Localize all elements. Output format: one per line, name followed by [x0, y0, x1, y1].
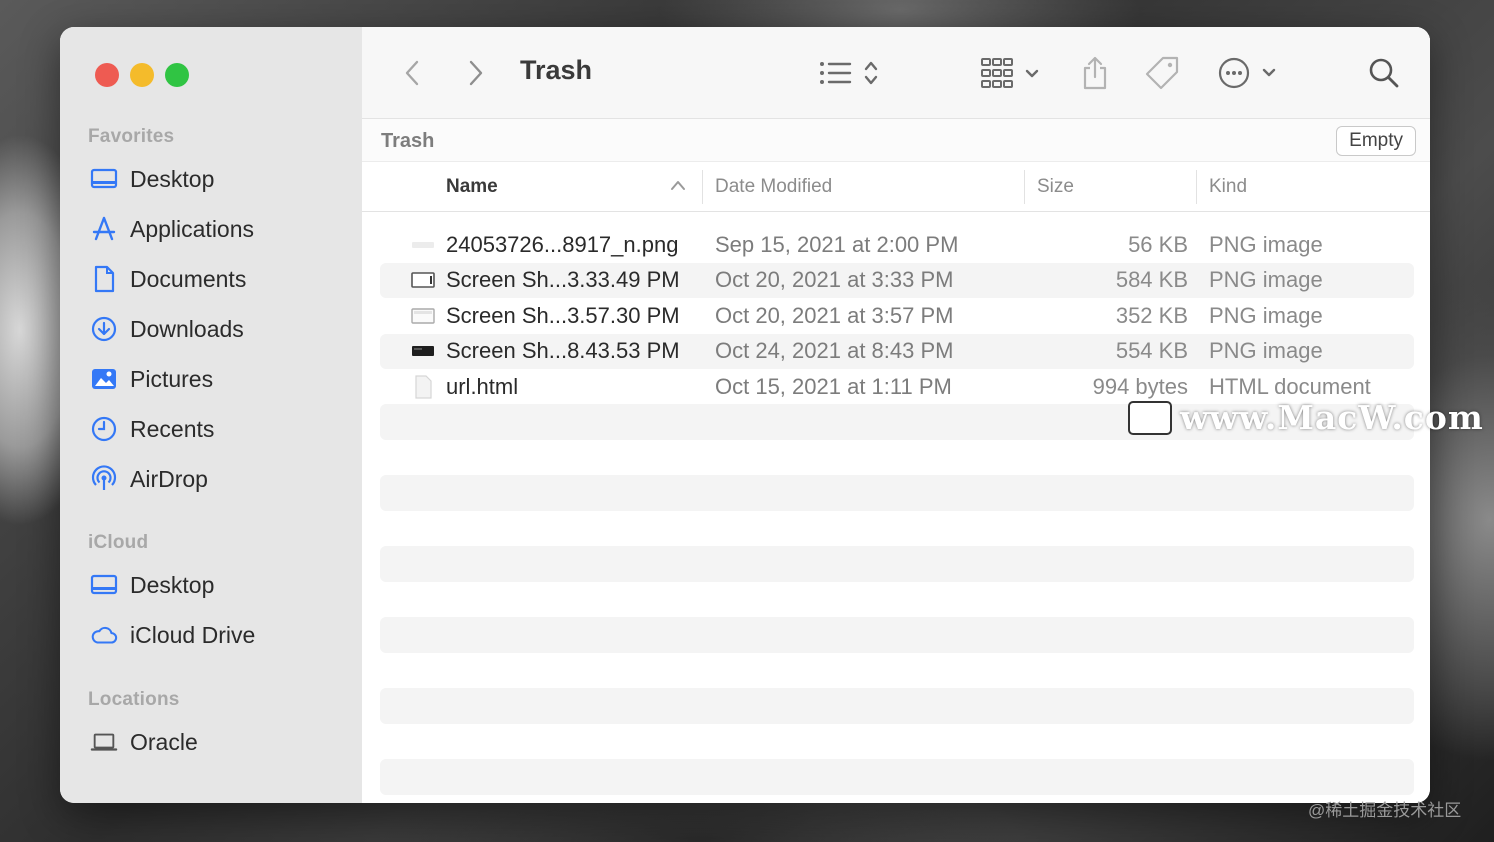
sidebar-item-downloads[interactable]: Downloads — [90, 309, 244, 349]
file-size: 56 KB — [1128, 231, 1188, 257]
file-size: 584 KB — [1115, 267, 1188, 293]
sidebar-item-label: iCloud Drive — [130, 621, 256, 648]
file-size: 994 bytes — [1092, 373, 1188, 399]
screenshot-file-icon — [410, 270, 436, 290]
search-icon[interactable] — [1368, 53, 1400, 93]
sidebar-item-label: Documents — [130, 265, 247, 292]
sidebar-item-label: AirDrop — [130, 465, 208, 492]
window-title: Trash — [520, 55, 593, 85]
minimize-button[interactable] — [130, 63, 154, 87]
empty-row-stripe — [380, 546, 1414, 582]
zoom-button[interactable] — [165, 63, 189, 87]
column-divider[interactable] — [1024, 170, 1025, 204]
image-file-icon — [410, 235, 436, 255]
column-divider[interactable] — [702, 170, 703, 204]
more-icon[interactable] — [1218, 53, 1280, 93]
desktop-icon — [90, 165, 118, 193]
file-row[interactable]: Screen Sh...3.57.30 PM Oct 20, 2021 at 3… — [380, 298, 1414, 334]
column-divider[interactable] — [1196, 170, 1197, 204]
back-icon[interactable] — [400, 53, 424, 93]
close-button[interactable] — [95, 63, 119, 87]
sidebar-item-label: Downloads — [130, 315, 244, 342]
file-size: 554 KB — [1115, 338, 1188, 364]
applications-icon — [90, 215, 118, 243]
file-name: Screen Sh...3.33.49 PM — [446, 267, 680, 293]
html-file-icon — [410, 375, 436, 399]
sidebar-item-label: Desktop — [130, 165, 215, 192]
laptop-icon — [90, 728, 118, 756]
empty-row-stripe — [380, 759, 1414, 795]
watermark-text: www.MacW.com — [1180, 398, 1484, 437]
column-name[interactable]: Name — [446, 176, 498, 198]
file-kind: PNG image — [1209, 231, 1323, 257]
location-title: Trash — [381, 130, 435, 152]
sidebar-item-pictures[interactable]: Pictures — [90, 359, 213, 399]
file-kind: PNG image — [1209, 302, 1323, 328]
file-date: Oct 15, 2021 at 1:11 PM — [715, 373, 952, 399]
sidebar-section-icloud: iCloud — [88, 532, 149, 553]
empty-row-stripe — [380, 475, 1414, 511]
pictures-icon — [90, 365, 118, 393]
clock-icon — [90, 415, 118, 443]
sidebar-item-desktop[interactable]: Desktop — [90, 159, 214, 199]
column-header: Name Date Modified Size Kind — [362, 162, 1430, 212]
file-date: Oct 20, 2021 at 3:57 PM — [715, 302, 954, 328]
sidebar-item-label: Pictures — [130, 365, 214, 392]
group-icon[interactable] — [979, 53, 1043, 93]
sort-ascending-icon[interactable] — [670, 178, 686, 196]
file-kind: PNG image — [1209, 338, 1323, 364]
window-controls — [95, 63, 189, 87]
sidebar-item-label: Recents — [130, 415, 215, 442]
column-size[interactable]: Size — [1037, 176, 1074, 198]
empty-row-stripe — [380, 688, 1414, 724]
sidebar-item-label: Oracle — [130, 728, 198, 755]
path-bar: Trash Empty — [362, 119, 1430, 162]
file-date: Oct 20, 2021 at 3:33 PM — [715, 267, 954, 293]
sidebar-item-icloud-drive[interactable]: iCloud Drive — [90, 615, 255, 655]
cloud-icon — [90, 621, 118, 649]
file-kind: PNG image — [1209, 267, 1323, 293]
sidebar-section-favorites: Favorites — [88, 126, 175, 147]
column-date-modified[interactable]: Date Modified — [715, 176, 832, 198]
file-kind: HTML document — [1209, 373, 1371, 399]
list-view-icon[interactable] — [818, 53, 884, 93]
file-name: Screen Sh...3.57.30 PM — [446, 302, 680, 328]
watermark-logo — [1128, 400, 1172, 435]
credit-text: @稀土掘金技术社区 — [1308, 801, 1462, 820]
sidebar-item-airdrop[interactable]: AirDrop — [90, 459, 208, 499]
file-list: 24053726...8917_n.png Sep 15, 2021 at 2:… — [380, 227, 1414, 405]
file-row[interactable]: Screen Sh...8.43.53 PM Oct 24, 2021 at 8… — [380, 333, 1414, 369]
tag-icon[interactable] — [1144, 53, 1180, 93]
file-name: Screen Sh...8.43.53 PM — [446, 338, 680, 364]
watermark: www.MacW.com — [1128, 398, 1484, 437]
document-icon — [90, 265, 118, 293]
file-size: 352 KB — [1115, 302, 1188, 328]
sidebar-item-label: Desktop — [130, 571, 215, 598]
sidebar-item-oracle[interactable]: Oracle — [90, 722, 198, 762]
sidebar-item-applications[interactable]: Applications — [90, 209, 254, 249]
file-name: 24053726...8917_n.png — [446, 231, 679, 257]
file-date: Oct 24, 2021 at 8:43 PM — [715, 338, 954, 364]
sidebar-item-recents[interactable]: Recents — [90, 409, 214, 449]
sidebar: Favorites Desktop Applications Documents… — [60, 27, 362, 803]
file-name: url.html — [446, 373, 519, 399]
forward-icon[interactable] — [464, 53, 488, 93]
empty-trash-button[interactable]: Empty — [1336, 126, 1416, 156]
sidebar-item-icloud-desktop[interactable]: Desktop — [90, 565, 214, 605]
screenshot-file-icon — [410, 306, 436, 326]
screenshot-file-icon — [410, 341, 436, 361]
download-icon — [90, 315, 118, 343]
empty-row-stripe — [380, 617, 1414, 653]
share-icon[interactable] — [1080, 53, 1110, 93]
file-row[interactable]: 24053726...8917_n.png Sep 15, 2021 at 2:… — [380, 227, 1414, 263]
desktop-icon — [90, 571, 118, 599]
sidebar-item-documents[interactable]: Documents — [90, 259, 246, 299]
airdrop-icon — [90, 465, 118, 493]
sidebar-item-label: Applications — [130, 215, 255, 242]
toolbar: Trash — [362, 27, 1430, 119]
file-date: Sep 15, 2021 at 2:00 PM — [715, 231, 959, 257]
file-row[interactable]: Screen Sh...3.33.49 PM Oct 20, 2021 at 3… — [380, 262, 1414, 298]
column-kind[interactable]: Kind — [1209, 176, 1247, 198]
sidebar-section-locations: Locations — [88, 689, 180, 710]
